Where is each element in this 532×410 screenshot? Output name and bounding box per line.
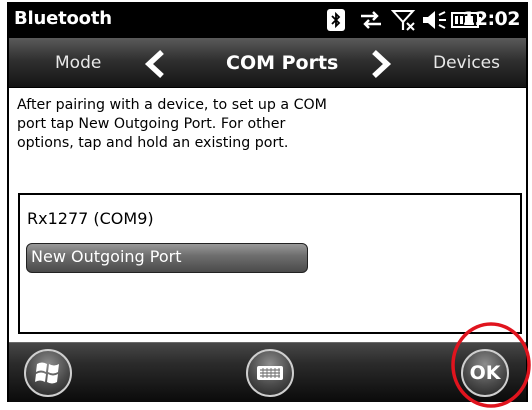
tab-devices[interactable]: Devices xyxy=(433,53,500,73)
start-button[interactable] xyxy=(24,349,72,397)
keyboard-icon xyxy=(257,366,283,380)
device-screen: Bluetooth 12:02 Mode COM Ports Devices A… xyxy=(7,2,528,402)
instructions-line: port tap New Outgoing Port. For other xyxy=(17,116,286,132)
no-signal-icon xyxy=(391,10,416,31)
instructions-line: After pairing with a device, to set up a… xyxy=(17,97,327,113)
bluetooth-icon xyxy=(327,9,345,31)
app-title: Bluetooth xyxy=(14,8,112,29)
data-connection-icon xyxy=(361,11,381,29)
instructions-text: After pairing with a device, to set up a… xyxy=(17,96,387,153)
port-list: Rx1277 (COM9) New Outgoing Port xyxy=(18,193,522,334)
new-outgoing-port-button[interactable]: New Outgoing Port xyxy=(26,243,308,273)
status-bar: Bluetooth 12:02 xyxy=(9,2,526,38)
ok-button[interactable]: OK xyxy=(461,349,509,397)
chevron-left-icon[interactable] xyxy=(142,49,168,79)
bottom-bar: OK xyxy=(9,342,526,402)
volume-icon xyxy=(423,11,446,29)
ok-label: OK xyxy=(469,362,501,384)
pivot-header: Mode COM Ports Devices xyxy=(9,38,526,88)
port-item-rx1277[interactable]: Rx1277 (COM9) xyxy=(27,209,154,228)
tab-mode[interactable]: Mode xyxy=(55,53,101,73)
chevron-right-icon[interactable] xyxy=(368,49,394,79)
clock: 12:02 xyxy=(462,8,520,30)
tab-com-ports: COM Ports xyxy=(226,52,339,74)
windows-start-icon xyxy=(35,362,59,384)
keyboard-button[interactable] xyxy=(246,349,294,397)
instructions-line: options, tap and hold an existing port. xyxy=(17,135,289,151)
